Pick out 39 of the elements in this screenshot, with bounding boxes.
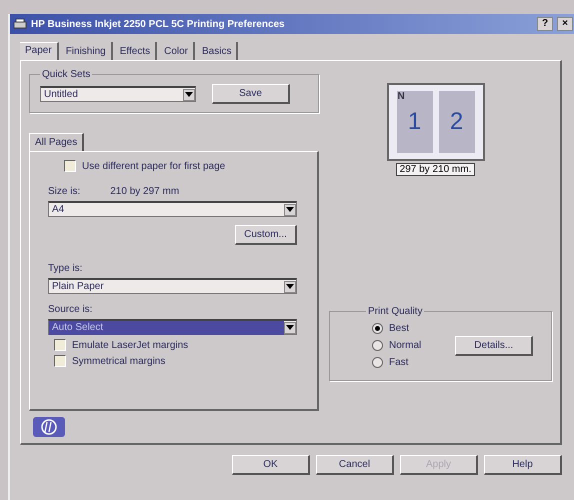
radio-label: Best (389, 323, 410, 334)
help-button[interactable]: ? (537, 17, 553, 31)
radio-label: Fast (389, 357, 408, 368)
custom-button[interactable]: Custom... (235, 225, 297, 245)
radio-button[interactable] (372, 357, 383, 368)
checkbox-label: Emulate LaserJet margins (72, 340, 188, 350)
quick-sets-dropdown[interactable]: Untitled (40, 86, 196, 102)
details-button[interactable]: Details... (455, 336, 534, 356)
checkbox[interactable] (64, 160, 76, 172)
page-number: 1 (408, 108, 422, 136)
field-label: Size is: (48, 186, 80, 197)
checkbox[interactable] (54, 339, 66, 351)
field-label: Type is: (48, 263, 84, 274)
radio-label: Normal (389, 340, 422, 351)
printer-icon (13, 18, 27, 30)
orientation-marker: N (398, 91, 405, 102)
type-dropdown[interactable]: Plain Paper (48, 278, 297, 294)
group-label: Print Quality (367, 306, 424, 317)
source-dropdown[interactable]: Auto Select (48, 319, 297, 335)
radio-button[interactable] (372, 323, 383, 334)
size-dimensions: 210 by 297 mm (110, 186, 180, 197)
save-button[interactable]: Save (212, 84, 290, 104)
dialog-button[interactable]: OK (232, 455, 310, 475)
page-number: 2 (450, 108, 464, 136)
size-dropdown[interactable]: A4 (48, 201, 297, 217)
logo-icon (33, 417, 65, 437)
checkbox-label: Symmetrical margins (72, 356, 166, 366)
dialog-button[interactable]: Cancel (316, 455, 394, 475)
checkbox[interactable] (54, 355, 66, 367)
field-label: Source is: (48, 304, 94, 315)
dialog-button[interactable]: Help (484, 455, 562, 475)
checkbox-label: Use different paper for first page (82, 160, 226, 172)
radio-button[interactable] (372, 340, 383, 351)
tab[interactable]: All Pages (29, 133, 84, 151)
group-label: Quick Sets (41, 69, 92, 80)
tab[interactable]: Paper (20, 42, 59, 60)
close-button[interactable]: × (557, 17, 573, 31)
preview-caption: 297 by 210 mm. (396, 163, 476, 176)
window-title: HP Business Inkjet 2250 PCL 5C Printing Preferences (31, 18, 286, 30)
